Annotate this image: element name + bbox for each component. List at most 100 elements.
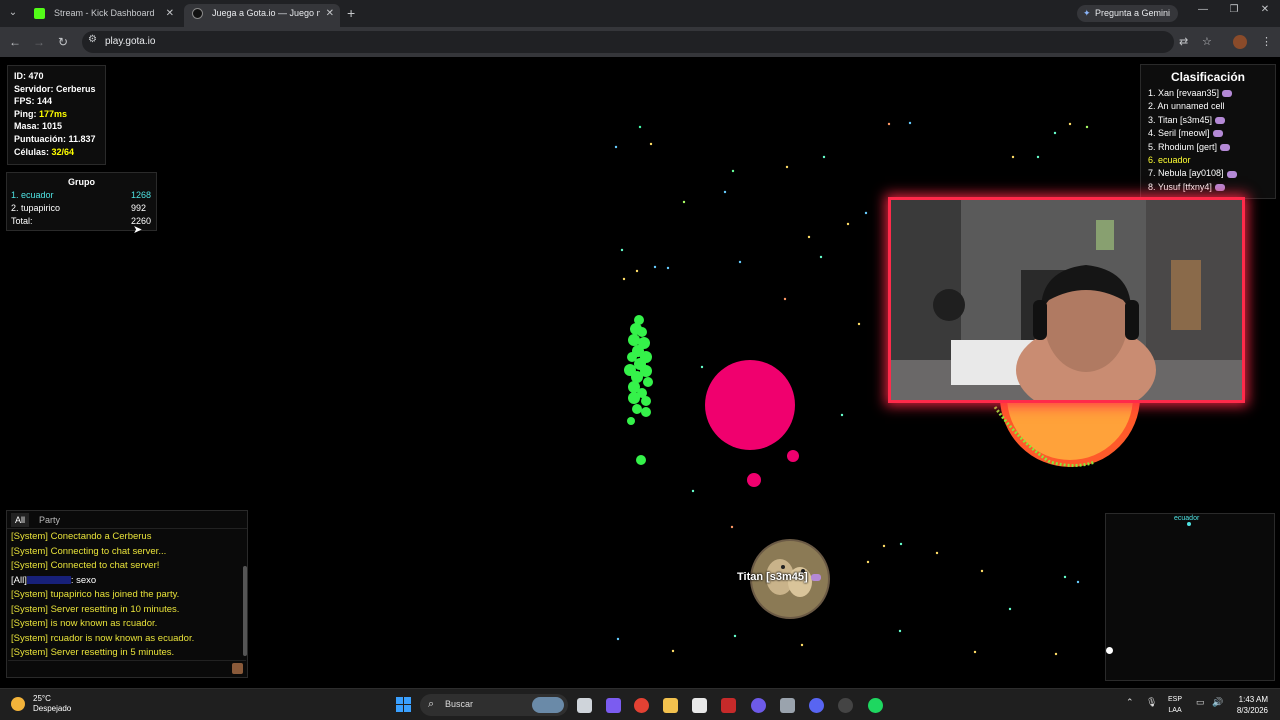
language-indicator[interactable]: ESP LAA [1168,694,1182,716]
mouse-cursor-icon: ➤ [133,224,143,236]
temperature: 25°C [33,694,51,703]
clock[interactable]: 1:43 AM 8/3/2026 [1226,694,1268,716]
leaderboard-row: 1. Xan [revaan35] [1148,87,1268,100]
crown-icon [1226,170,1237,178]
game-canvas[interactable]: ID: 470 Servidor: Cerberus FPS: 144 Ping… [0,57,1280,688]
crown-icon [1212,130,1223,138]
taskbar: 25°C Despejado ⌕ Buscar ⌃ 🎙 ESP LAA ▭ 🔊 1:… [0,688,1280,720]
leaderboard-title: Clasificación [1170,70,1246,84]
stat-server: Servidor: Cerberus [14,83,96,94]
leaderboard-row: 8. Yusuf [tfxny4] [1148,181,1268,194]
leaderboard-row: 3. Titan [s3m45] [1148,114,1268,127]
minimap-player-marker [1187,522,1191,526]
cells-value: 32/64 [51,146,75,157]
windows-start-icon[interactable] [396,697,412,713]
gemini-button[interactable]: ✦ Pregunta a Gemini [1077,5,1179,22]
leaderboard-row: 7. Nebula [ay0108] [1148,167,1268,180]
microphone-icon[interactable]: 🎙 [1146,697,1157,708]
stat-mass: Masa: 1015 [14,121,63,132]
party-row: 2. tupapirico 992 [11,203,147,213]
crown-icon [1220,143,1231,151]
emoji-icon[interactable] [232,663,243,674]
party-total-row: Total: 2260 [11,216,152,226]
ping-value: 177ms [39,108,68,119]
chat-input[interactable] [8,660,246,676]
reload-icon[interactable]: ↻ [55,35,71,49]
restore-icon[interactable]: ❐ [1224,4,1244,15]
time: 1:43 AM [1238,695,1268,704]
leaderboard-panel: Clasificación 1. Xan [revaan35] 2. An un… [1140,64,1276,199]
tab-title: Stream - Kick Dashboard [54,8,155,18]
leaderboard-row: 2. An unnamed cell [1148,101,1225,112]
chat-panel: All Party [System] Conectando a Cerberus… [6,510,248,678]
menu-icon[interactable]: ⋮ [1261,35,1272,48]
close-tab-icon[interactable]: ✕ [326,4,334,23]
app-icon[interactable] [692,698,707,713]
weather-condition: Despejado [33,704,72,713]
file-explorer-icon[interactable] [663,698,678,713]
chat-tabs: All Party [7,511,247,529]
gota-favicon-icon [192,8,203,19]
close-tab-icon[interactable]: ✕ [166,4,174,23]
tab-search-icon[interactable]: ⌄ [5,5,21,21]
chat-message: [System] Connecting to chat server... [11,545,167,557]
discord-icon[interactable] [809,698,824,713]
tab-title: Juega a Gota.io — Juego multi [212,8,320,18]
chat-message: [System] Server resetting in 10 minutes. [11,603,180,615]
webcam-image [891,200,1242,400]
tab-kick-dashboard[interactable]: Stream - Kick Dashboard ✕ [26,4,180,27]
address-bar[interactable]: ⚙ play.gota.io [82,31,1174,53]
task-view-icon[interactable] [577,698,592,713]
minimize-icon[interactable]: — [1193,4,1213,15]
crown-icon [1222,90,1233,98]
screen: ⌄ Stream - Kick Dashboard ✕ Juega a Gota… [0,0,1280,720]
search-highlight-icon [532,697,564,713]
tab-gota-io[interactable]: Juega a Gota.io — Juego multi ✕ [184,4,340,27]
forward-icon[interactable]: → [31,35,47,49]
gemini-icon: ✦ [1083,8,1091,18]
skype-icon[interactable] [751,698,766,713]
chrome-icon[interactable] [634,698,649,713]
search-icon: ⌕ [428,698,435,710]
chat-message: [System] rcuador is now known as ecuador… [11,632,195,644]
stat-fps: FPS: 144 [14,96,53,107]
leaderboard-row: 5. Rhodium [gert] [1148,141,1268,154]
copilot-icon[interactable] [606,698,621,713]
spotify-icon[interactable] [868,698,883,713]
chat-messages: [System] Conectando a Cerberus [System] … [11,530,237,661]
tray-overflow-icon[interactable]: ⌃ [1126,697,1134,708]
minimap: ecuador [1105,513,1275,681]
browser-tab-strip: ⌄ Stream - Kick Dashboard ✕ Juega a Gota… [0,0,1280,27]
translate-icon[interactable]: ⇄ [1179,35,1188,48]
volume-icon[interactable]: 🔊 [1212,697,1223,708]
stat-score: Puntuación: 11.837 [14,133,96,144]
url-text: play.gota.io [105,36,156,47]
network-icon[interactable]: ▭ [1196,697,1205,708]
chat-message: [System] Server resetting in 5 minutes. [11,647,175,658]
gemini-label: Pregunta a Gemini [1095,8,1171,18]
chat-message: [System] tupapirico has joined the party… [11,589,180,600]
streaming-app-icon[interactable] [721,698,736,713]
back-icon[interactable]: ← [7,35,23,49]
titan-cell-label: Titan [s3m45] [737,571,821,583]
chat-scrollbar[interactable] [243,566,247,656]
new-tab-icon[interactable]: + [347,5,355,21]
stat-id: ID: 470 [14,71,44,81]
site-info-icon[interactable]: ⚙ [88,34,97,45]
date: 8/3/2026 [1236,706,1268,715]
bookmark-star-icon[interactable]: ☆ [1202,35,1212,48]
profile-avatar[interactable] [1233,35,1247,49]
chat-message-all: [All]: sexo [11,574,97,586]
chat-tab-party[interactable]: Party [35,513,64,527]
moon-weather-icon [11,697,25,711]
steam-icon[interactable] [780,698,795,713]
leaderboard-row-self: 6. ecuador [1148,155,1191,166]
taskbar-search[interactable]: ⌕ Buscar [420,694,568,716]
obs-icon[interactable] [838,698,853,713]
close-window-icon[interactable]: ✕ [1255,4,1275,15]
leaderboard-row: 4. Seril [meowl] [1148,127,1268,140]
kick-favicon-icon [34,8,45,19]
webcam-overlay [888,197,1245,403]
chat-tab-all[interactable]: All [11,513,30,527]
minimap-player-label: ecuador [1174,515,1200,522]
